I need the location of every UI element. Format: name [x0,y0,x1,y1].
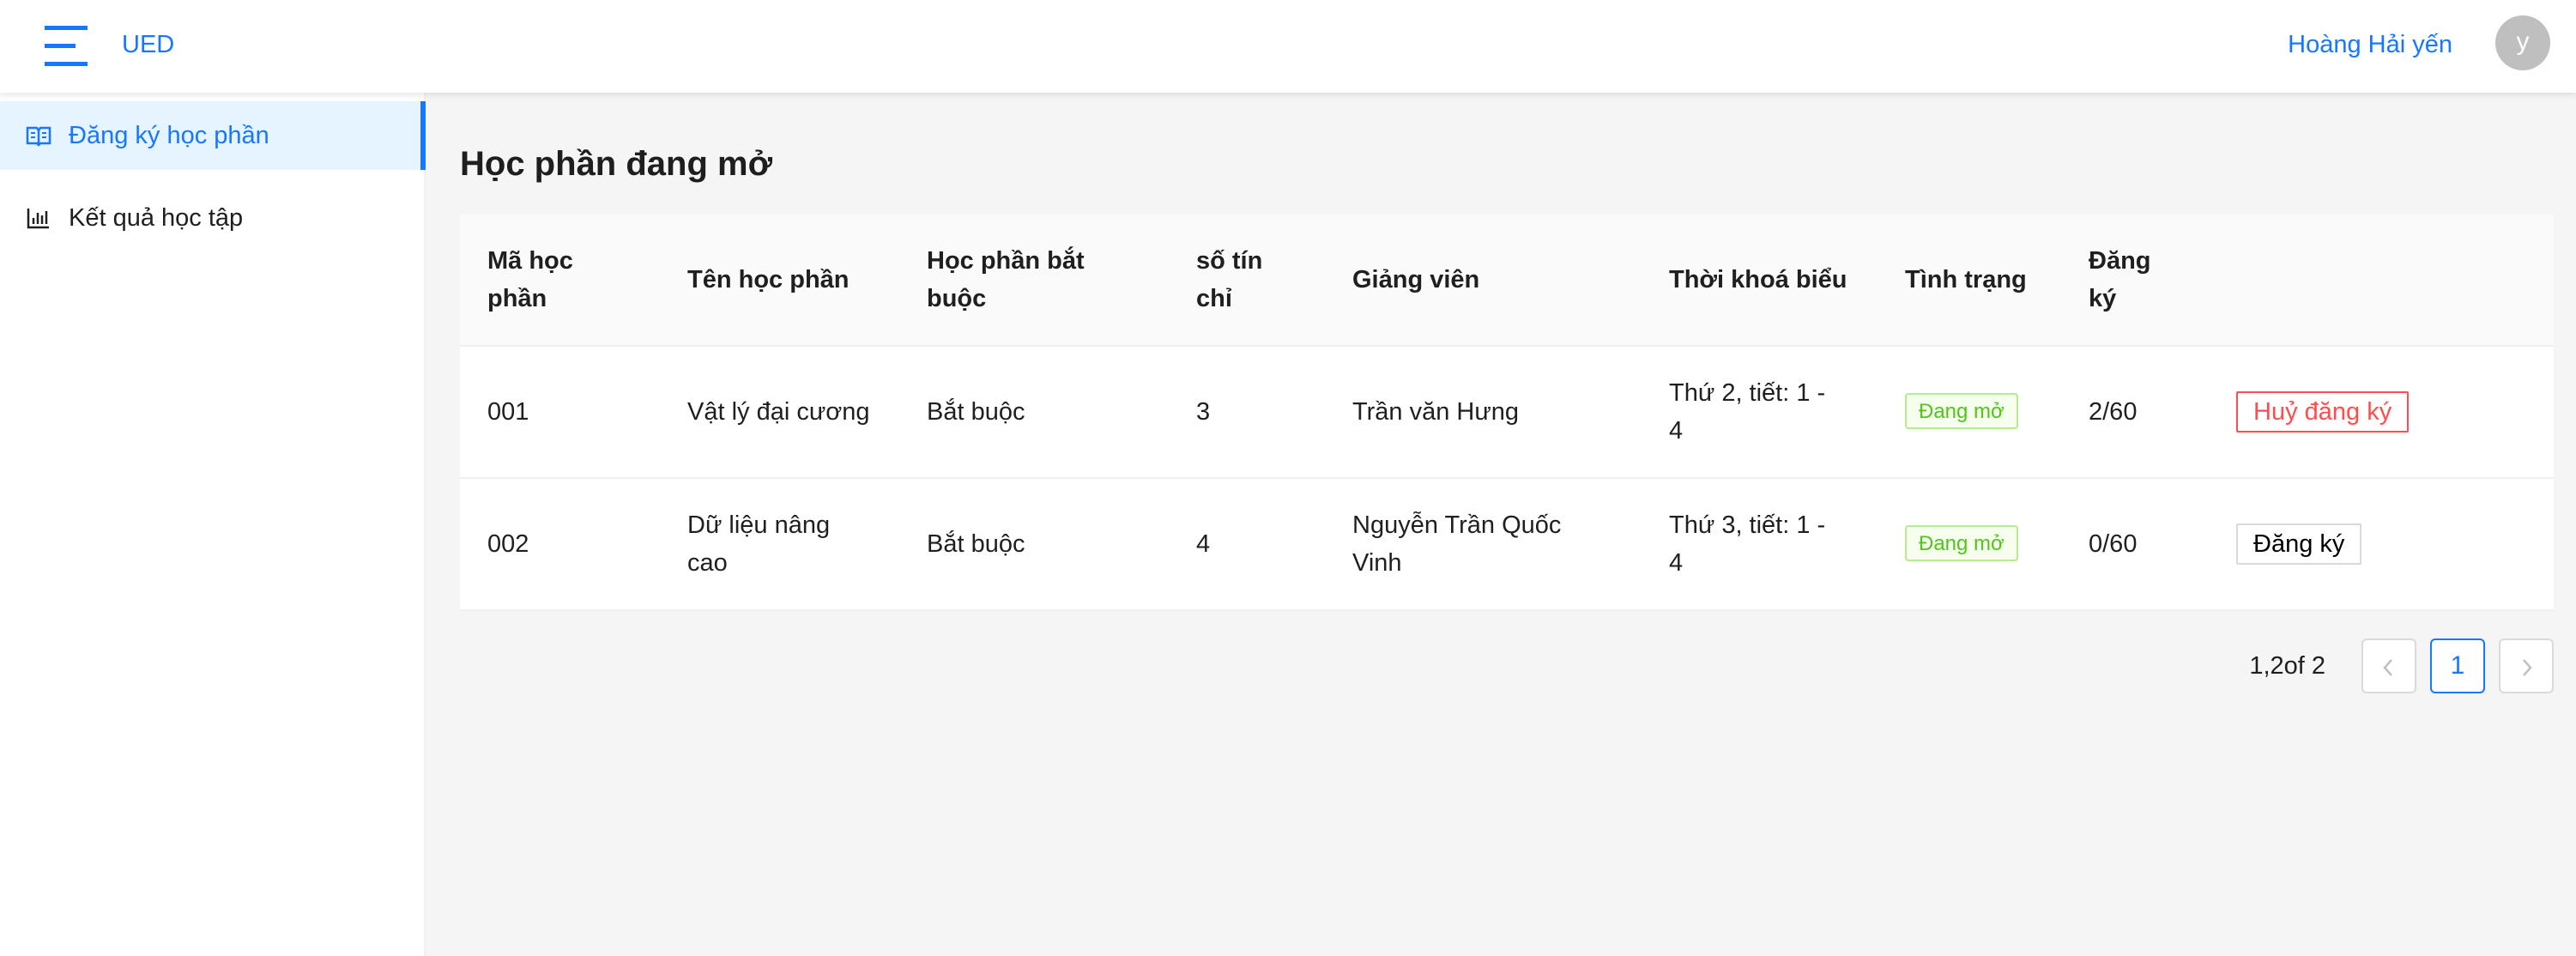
column-header-status: Tình trạng [1905,266,2027,293]
cell-registered: 0/60 [2089,530,2138,558]
column-header-name: Tên học phần [687,266,850,293]
pagination: 1,2of 2 1 [2210,638,2554,693]
courses-table: Mã học phần Tên học phần Học phần bắt buộc… [460,215,2554,611]
page-title: Học phần đang mở [460,145,773,183]
sidebar-item-label: Đăng ký học phần [69,122,269,149]
menu-toggle-icon[interactable] [43,24,93,69]
cell-name: Vật lý đại cương [687,398,870,426]
column-header-schedule: Thời khoá biểu [1669,266,1847,293]
app-header: UED Hoàng Hải yến y [0,0,2576,93]
cell-code: 001 [487,398,529,426]
cell-lecturer: Trần văn Hưng [1352,398,1520,426]
cell-name: Dữ liệu nâng cao [687,511,831,577]
table-row: 001 Vật lý đại cương Bắt buộc 3 Trần văn… [460,347,2554,479]
avatar[interactable]: y [2495,15,2550,70]
sidebar-item-course-registration[interactable]: Đăng ký học phần [0,101,426,170]
pagination-total: 1,2of 2 [2249,652,2325,680]
cell-schedule: Thứ 2, tiết: 1 -4 [1669,379,1826,445]
sidebar-item-label: Kết quả học tập [69,204,244,232]
column-header-credits: số tín chỉ [1196,247,1263,312]
cell-required: Bắt buộc [927,530,1025,558]
cell-code: 002 [487,530,529,558]
sidebar: Đăng ký học phần Kết quả học tập [0,93,426,956]
previous-page-button[interactable] [2361,638,2416,693]
book-open-icon [26,124,51,148]
cell-lecturer: Nguyễn Trần Quốc Vinh [1352,511,1562,577]
column-header-required: Học phần bắt buộc [927,247,1085,312]
status-badge: Đang mở [1905,393,2018,429]
page-number-button[interactable]: 1 [2430,638,2485,693]
cell-credits: 4 [1196,530,1211,558]
cell-schedule: Thứ 3, tiết: 1 -4 [1669,511,1826,577]
table-header: Mã học phần Tên học phần Học phần bắt buộc… [460,215,2554,347]
status-badge: Đang mở [1905,525,2018,561]
column-header-registered: Đăng ký [2089,247,2151,312]
chevron-right-icon [2523,659,2532,676]
column-header-lecturer: Giảng viên [1352,266,1480,293]
table-row: 002 Dữ liệu nâng cao Bắt buộc 4 Nguyễn Tr… [460,479,2554,611]
cell-registered: 2/60 [2089,398,2138,426]
user-name[interactable]: Hoàng Hải yến [2288,27,2452,62]
chevron-left-icon [2383,659,2392,676]
cancel-registration-button[interactable]: Huỷ đăng ký [2236,391,2410,433]
register-button[interactable]: Đăng ký [2236,523,2362,565]
cell-credits: 3 [1196,398,1211,426]
cell-required: Bắt buộc [927,398,1025,426]
app-brand[interactable]: UED [122,27,174,62]
next-page-button[interactable] [2499,638,2554,693]
bar-chart-icon [26,206,51,230]
sidebar-item-study-results[interactable]: Kết quả học tập [0,184,424,252]
column-header-code: Mã học phần [487,247,573,312]
